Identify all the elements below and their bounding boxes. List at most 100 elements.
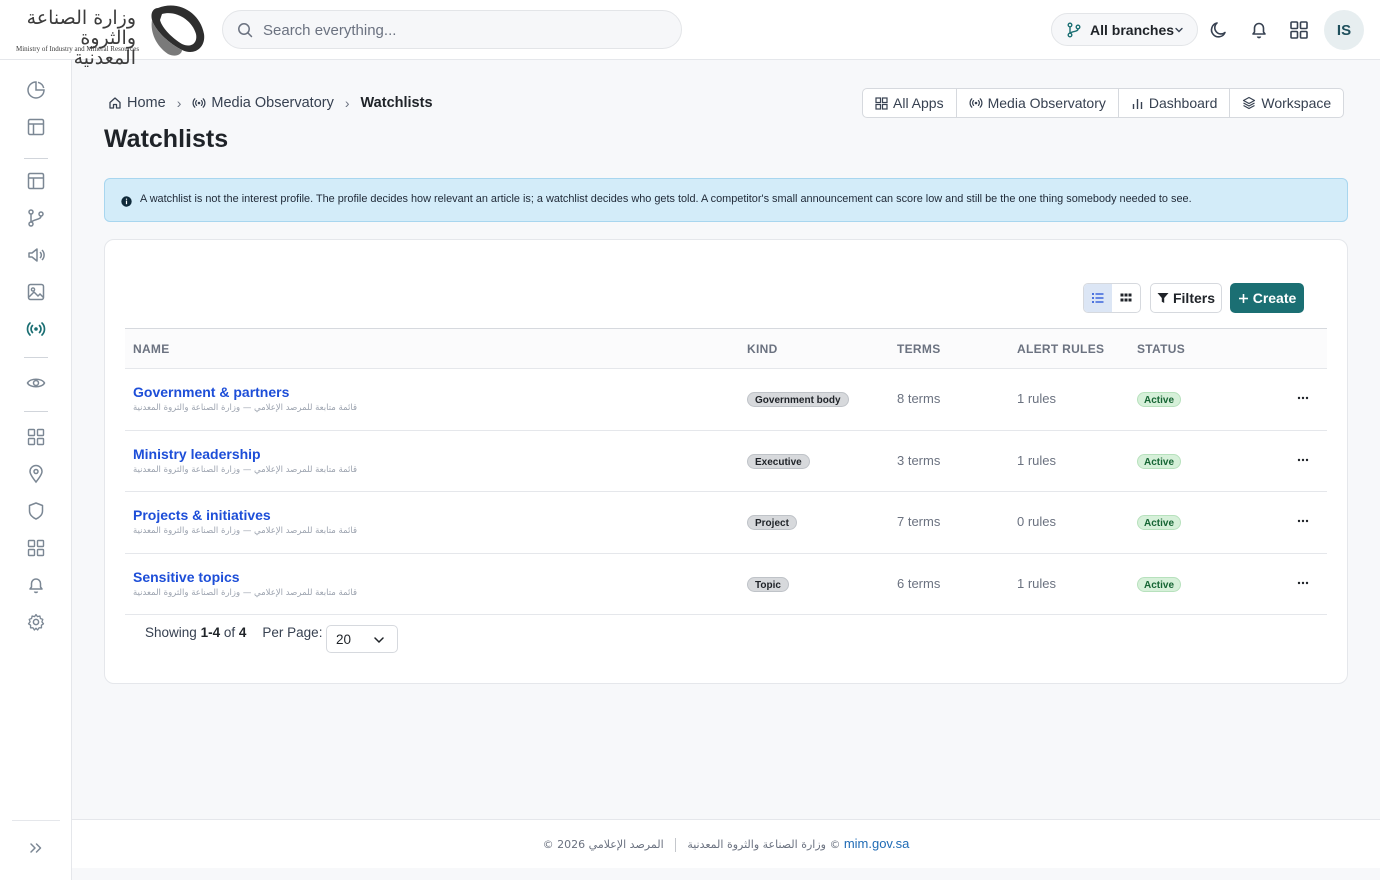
column-header-terms[interactable]: TERMS bbox=[897, 342, 941, 356]
create-button[interactable]: Create bbox=[1230, 283, 1304, 313]
global-search[interactable] bbox=[222, 10, 682, 49]
rules-count: 1 rules bbox=[1017, 452, 1057, 468]
pagination-of-label: of bbox=[223, 625, 236, 640]
app-switch-label: Dashboard bbox=[1148, 95, 1218, 111]
sidebar-item-security[interactable] bbox=[24, 499, 48, 523]
column-header-name[interactable]: NAME bbox=[133, 342, 170, 356]
footer-site-link[interactable]: mim.gov.sa bbox=[844, 836, 910, 851]
pagination-range-end: 4 bbox=[212, 625, 221, 640]
status-badge: Active bbox=[1137, 515, 1182, 530]
sidebar-item-locations[interactable] bbox=[24, 462, 48, 486]
sidebar-item-media[interactable] bbox=[24, 280, 48, 304]
sidebar-item-media-observatory[interactable] bbox=[24, 317, 48, 341]
table-row: Sensitive topics قائمة متابعة للمرصد الإ… bbox=[125, 554, 1327, 615]
status-badge: Active bbox=[1137, 392, 1182, 407]
sidebar bbox=[0, 60, 72, 880]
breadcrumb-home[interactable]: Home bbox=[108, 95, 166, 111]
per-page-value: 20 bbox=[336, 632, 352, 647]
logo-text-ar: وزارة الصناعة والثروة المعدنية bbox=[26, 7, 136, 69]
row-name-cell: Sensitive topics قائمة متابعة للمرصد الإ… bbox=[133, 569, 357, 598]
broadcast-icon bbox=[26, 322, 46, 336]
git-branch-icon bbox=[1067, 22, 1081, 38]
chevron-down-icon bbox=[1175, 27, 1183, 33]
app-switch-media-observatory[interactable]: Media Observatory bbox=[957, 89, 1119, 117]
terms-count: 3 terms bbox=[897, 452, 941, 468]
shield-icon bbox=[28, 502, 44, 520]
row-name-cell: Ministry leadership قائمة متابعة للمرصد … bbox=[133, 446, 357, 475]
watchlists-card: Filters Create NAME KIND TERMS ALERT RUL… bbox=[104, 239, 1348, 684]
status-badge: Active bbox=[1137, 576, 1182, 592]
per-page-label: Per Page: bbox=[262, 625, 323, 640]
filter-icon bbox=[1157, 293, 1169, 303]
info-alert: A watchlist is not the interest profile.… bbox=[104, 178, 1348, 222]
footer-content: © 2026 وزارة الصناعة والثروة المعدنية ال… bbox=[72, 836, 1380, 852]
row-actions-button[interactable] bbox=[1295, 576, 1311, 590]
list-view-button[interactable] bbox=[1084, 284, 1112, 312]
grid-icon bbox=[27, 539, 45, 557]
logo-text-en: Ministry of Industry and Mineral Resourc… bbox=[16, 45, 140, 53]
table-row: Ministry leadership قائمة متابعة للمرصد … bbox=[125, 431, 1327, 492]
grid-view-button[interactable] bbox=[1112, 284, 1140, 312]
sidebar-item-notifications[interactable] bbox=[24, 573, 48, 597]
pagination-showing-label: Showing bbox=[145, 625, 197, 640]
sidebar-item-announcements[interactable] bbox=[24, 243, 48, 267]
ministry-logo[interactable]: وزارة الصناعة والثروة المعدنية Ministry … bbox=[14, 2, 210, 68]
search-input[interactable] bbox=[263, 19, 663, 41]
sidebar-item-apps[interactable] bbox=[24, 425, 48, 449]
view-toggle bbox=[1083, 283, 1141, 313]
row-actions-button[interactable] bbox=[1295, 391, 1311, 405]
terms-count: 7 terms bbox=[897, 514, 941, 529]
chevrons-right-icon bbox=[30, 843, 42, 853]
chevron-down-icon bbox=[374, 637, 384, 644]
app-switch-label: Media Observatory bbox=[987, 95, 1106, 111]
row-actions-button[interactable] bbox=[1295, 514, 1311, 528]
apps-grid-icon[interactable] bbox=[1288, 19, 1310, 41]
app-switch-dashboard[interactable]: Dashboard bbox=[1119, 89, 1231, 117]
watchlist-name-link[interactable]: Projects & initiatives bbox=[133, 507, 357, 523]
app-switch-workspace[interactable]: Workspace bbox=[1230, 89, 1343, 117]
kind-badge: Government body bbox=[747, 392, 849, 407]
sidebar-item-layout[interactable] bbox=[24, 115, 48, 139]
sidebar-item-workflows[interactable] bbox=[24, 206, 48, 230]
layout-icon bbox=[27, 172, 45, 190]
sidebar-item-pages[interactable] bbox=[24, 169, 48, 193]
watchlist-name-link[interactable]: Government & partners bbox=[133, 384, 357, 400]
pagination-range-start: 1 bbox=[200, 625, 209, 640]
column-header-status[interactable]: STATUS bbox=[1137, 342, 1185, 356]
per-page-select[interactable]: 20 bbox=[326, 625, 398, 653]
breadcrumb-current: Watchlists bbox=[361, 95, 433, 111]
filters-button[interactable]: Filters bbox=[1150, 283, 1222, 313]
layers-icon bbox=[1243, 96, 1256, 110]
moon-icon[interactable] bbox=[1208, 19, 1230, 41]
bell-icon[interactable] bbox=[1248, 19, 1270, 41]
more-horizontal-icon bbox=[1297, 396, 1309, 400]
list-icon bbox=[1092, 293, 1104, 303]
branch-selector[interactable]: All branches bbox=[1051, 13, 1198, 46]
watchlist-subtitle: قائمة متابعة للمرصد الإعلامي — وزارة الص… bbox=[133, 464, 358, 475]
branch-label: All branches bbox=[1090, 22, 1175, 38]
sidebar-expand-button[interactable] bbox=[24, 836, 48, 860]
row-actions-button[interactable] bbox=[1295, 453, 1311, 467]
pie-chart-icon bbox=[27, 81, 45, 99]
app-switch-label: Workspace bbox=[1261, 95, 1332, 111]
sidebar-item-modules[interactable] bbox=[24, 536, 48, 560]
row-name-cell: Projects & initiatives قائمة متابعة للمر… bbox=[133, 507, 357, 536]
sidebar-item-analytics[interactable] bbox=[24, 78, 48, 102]
watchlist-name-link[interactable]: Ministry leadership bbox=[133, 446, 357, 462]
image-icon bbox=[27, 283, 45, 301]
grid-icon bbox=[875, 96, 888, 110]
row-name-cell: Government & partners قائمة متابعة للمرص… bbox=[133, 384, 357, 413]
ribbon-logo-icon bbox=[151, 5, 205, 56]
plus-icon bbox=[1238, 293, 1248, 303]
breadcrumb-media-observatory[interactable]: Media Observatory bbox=[192, 95, 334, 111]
column-header-alert-rules[interactable]: ALERT RULES bbox=[1017, 342, 1104, 356]
sidebar-item-monitoring[interactable] bbox=[24, 371, 48, 395]
column-header-kind[interactable]: KIND bbox=[747, 342, 778, 356]
create-label: Create bbox=[1252, 290, 1297, 306]
watchlist-name-link[interactable]: Sensitive topics bbox=[133, 569, 357, 585]
avatar[interactable]: IS bbox=[1324, 10, 1364, 50]
footer-copyright: © 2026 وزارة الصناعة والثروة المعدنية bbox=[542, 838, 826, 851]
page-title: Watchlists bbox=[104, 125, 229, 153]
sidebar-item-settings[interactable] bbox=[24, 610, 48, 634]
app-switch-all-apps[interactable]: All Apps bbox=[863, 89, 957, 117]
